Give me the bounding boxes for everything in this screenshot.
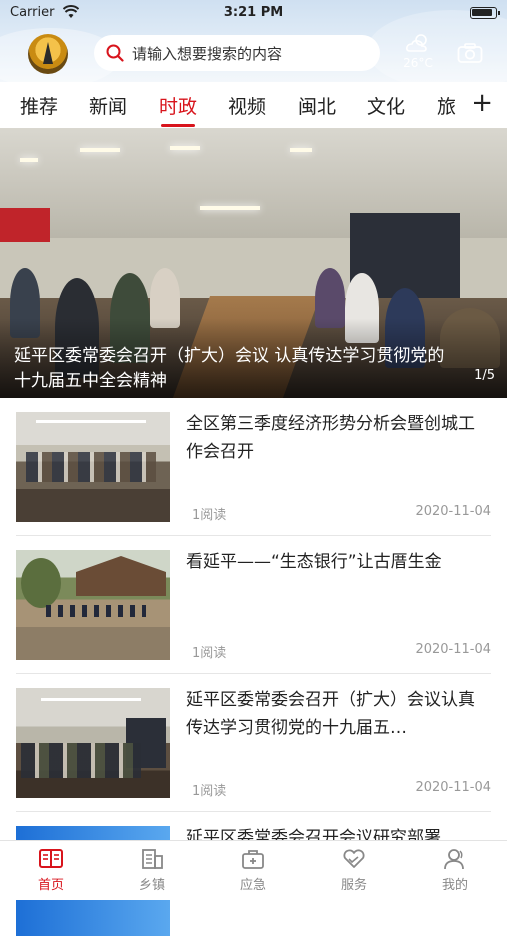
battery-icon (470, 7, 500, 19)
clock: 3:21 PM (223, 5, 284, 20)
nav-label: 我的 (441, 878, 468, 893)
tab-news[interactable]: 新闻 (89, 92, 127, 119)
news-thumbnail (16, 550, 170, 660)
search-bar[interactable]: 请输入想要搜索的内容 (94, 35, 380, 71)
read-count: 1阅读 (192, 646, 227, 661)
hero-photo-light (170, 146, 200, 150)
hero-photo-light (290, 148, 312, 152)
nav-services[interactable]: 服务 (314, 847, 394, 893)
heart-hands-icon (343, 849, 365, 868)
tab-politics[interactable]: 时政 (159, 92, 197, 127)
search-placeholder: 请输入想要搜索的内容 (132, 44, 283, 63)
weather-widget[interactable]: 26°C (398, 32, 438, 70)
nav-home[interactable]: 首页 (11, 847, 91, 893)
tab-video[interactable]: 视频 (228, 92, 266, 119)
read-count: 1阅读 (192, 784, 227, 799)
nav-label: 应急 (239, 878, 266, 893)
nav-label: 首页 (37, 878, 64, 893)
hero-photo-light (200, 206, 260, 210)
nav-emergency[interactable]: 应急 (213, 847, 293, 893)
nav-profile[interactable]: 我的 (415, 847, 495, 893)
book-icon (39, 849, 63, 868)
hero-title[interactable]: 延平区委常委会召开（扩大）会议 认真传达学习贯彻党的十九届五中全会精神 (14, 344, 454, 394)
news-date: 2020-11-04 (415, 642, 491, 657)
list-item[interactable]: 看延平——“生态银行”让古厝生金 1阅读 2020-11-04 (16, 536, 491, 674)
read-count: 1阅读 (192, 508, 227, 523)
user-icon (444, 849, 464, 870)
news-title: 看延平——“生态银行”让古厝生金 (186, 552, 442, 572)
tab-minbei[interactable]: 闽北 (298, 92, 336, 119)
weather-temperature: 26°C (403, 56, 433, 70)
hero-photo-light (80, 148, 120, 152)
hero-photo-banner (0, 208, 50, 242)
carousel-counter: 1/5 (474, 368, 495, 383)
app-logo[interactable] (28, 34, 68, 74)
camera-icon[interactable] (457, 42, 483, 64)
news-title: 全区第三季度经济形势分析会暨创城工作会召开 (186, 414, 475, 462)
search-icon (106, 44, 124, 62)
news-title: 延平区委常委会召开（扩大）会议认真传达学习贯彻党的十九届五… (186, 690, 475, 738)
list-item[interactable]: 全区第三季度经济形势分析会暨创城工作会召开 1阅读 2020-11-04 (16, 398, 491, 536)
status-bar: Carrier 3:21 PM (0, 0, 507, 26)
bottom-navigation: 首页 乡镇 应急 服务 我的 (0, 840, 507, 900)
app-header: Carrier 3:21 PM 请输入想要搜索的内容 26°C (0, 0, 507, 82)
nav-towns[interactable]: 乡镇 (112, 847, 192, 893)
hero-photo-light (20, 158, 38, 162)
active-tab-indicator (161, 124, 195, 127)
nav-label: 服务 (340, 878, 367, 893)
building-icon (142, 849, 163, 869)
tab-recommend[interactable]: 推荐 (20, 92, 58, 119)
nav-label: 乡镇 (138, 878, 165, 893)
weather-cloud-icon (406, 34, 427, 52)
medkit-icon (242, 850, 264, 869)
list-item[interactable]: 延平区委常委会召开（扩大）会议认真传达学习贯彻党的十九届五… 1阅读 2020-… (16, 674, 491, 812)
tab-travel[interactable]: 旅 (437, 92, 456, 119)
add-tab-icon[interactable]: + (471, 90, 493, 116)
hero-carousel[interactable]: 延平区委常委会召开（扩大）会议 认真传达学习贯彻党的十九届五中全会精神 1/5 (0, 128, 507, 398)
news-date: 2020-11-04 (415, 504, 491, 519)
news-thumbnail (16, 688, 170, 798)
tab-culture[interactable]: 文化 (367, 92, 405, 119)
category-tabs: 推荐 新闻 时政 视频 闽北 文化 旅 + (0, 82, 507, 128)
news-thumbnail (16, 412, 170, 522)
news-date: 2020-11-04 (415, 780, 491, 795)
